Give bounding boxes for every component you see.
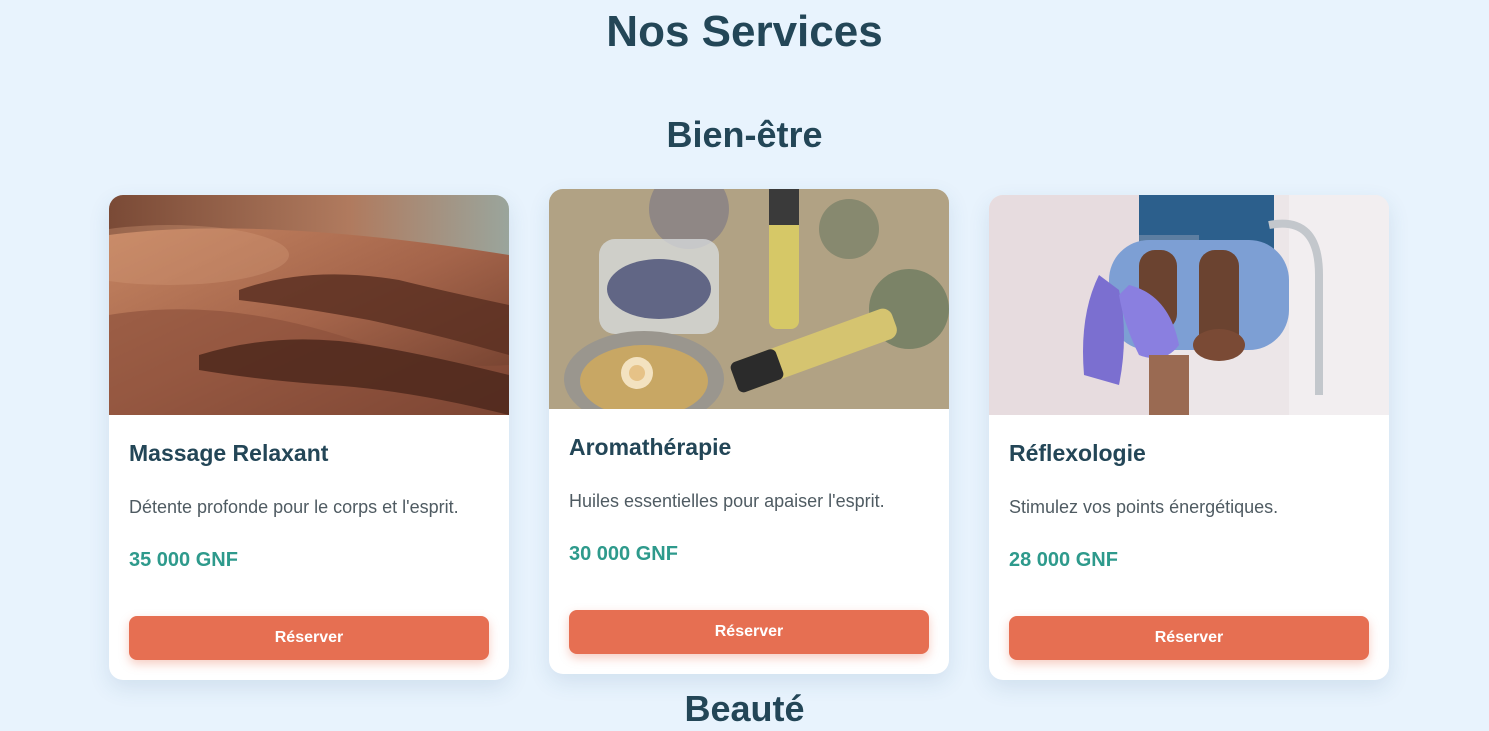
service-price: 30 000 GNF [569,543,678,565]
service-title: Réflexologie [1009,440,1146,466]
service-description: Stimulez vos points énergétiques. [1009,497,1279,517]
service-title: Massage Relaxant [129,440,329,466]
service-price: 35 000 GNF [129,549,238,571]
aromatherapy-photo [549,189,949,409]
section-title-beauty: Beauté [684,688,805,729]
reflexology-photo [989,195,1389,415]
reserve-button[interactable]: Réserver [569,610,929,654]
service-card-massage: Massage Relaxant Détente profonde pour l… [109,195,509,680]
service-card-aromatherapy: Aromathérapie Huiles essentielles pour a… [549,189,949,674]
service-title: Aromathérapie [569,434,732,460]
service-description: Détente profonde pour le corps et l'espr… [129,497,459,517]
reserve-button[interactable]: Réserver [1009,616,1369,660]
service-card-reflexology: Réflexologie Stimulez vos points énergét… [989,195,1389,680]
page-title: Nos Services [606,7,883,56]
section-title-wellbeing: Bien-être [666,114,823,155]
reserve-button[interactable]: Réserver [129,616,489,660]
service-price: 28 000 GNF [1009,549,1118,571]
massage-photo [109,195,509,415]
service-description: Huiles essentielles pour apaiser l'espri… [569,491,885,511]
